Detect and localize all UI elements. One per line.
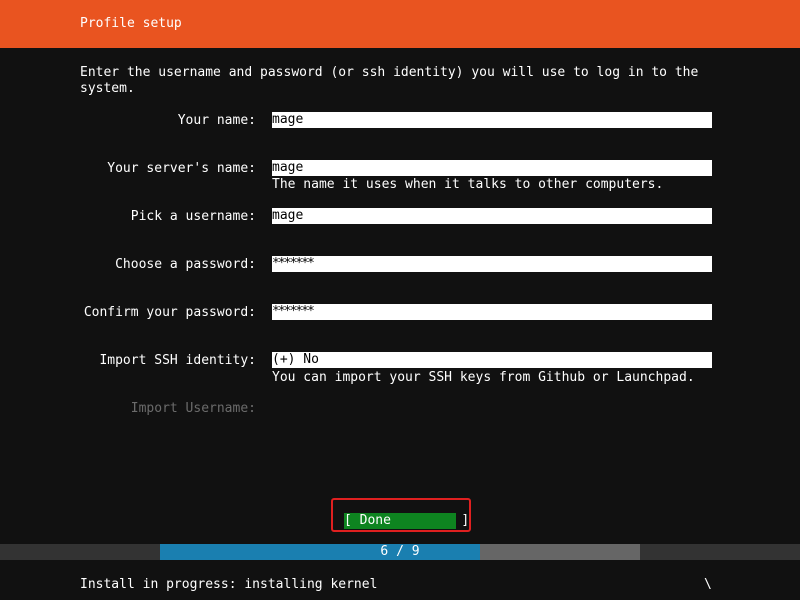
import-ssh-select[interactable]: (+) No <box>272 352 712 368</box>
done-button[interactable]: [ Done ] <box>344 513 469 529</box>
import-ssh-hint: You can import your SSH keys from Github… <box>272 370 695 385</box>
username-input[interactable]: mage <box>272 208 712 224</box>
your-name-input[interactable]: mage <box>272 112 712 128</box>
confirm-password-input[interactable]: ******* <box>272 304 712 320</box>
server-name-label: Your server's name: <box>107 161 256 176</box>
username-label: Pick a username: <box>130 209 256 224</box>
server-name-input[interactable]: mage <box>272 160 712 176</box>
progress-text: 6 / 9 <box>380 544 420 559</box>
import-ssh-label: Import SSH identity: <box>99 353 256 368</box>
header-bar: Profile setup <box>0 0 800 48</box>
password-input[interactable]: ******* <box>272 256 712 272</box>
status-text: Install in progress: installing kernel <box>80 577 378 592</box>
intro-text: Enter the username and password (or ssh … <box>80 65 699 96</box>
server-name-hint: The name it uses when it talks to other … <box>272 177 664 192</box>
page-title: Profile setup <box>80 16 182 31</box>
your-name-label: Your name: <box>177 113 256 128</box>
spinner-icon: \ <box>704 577 712 592</box>
password-label: Choose a password: <box>115 257 256 272</box>
confirm-password-label: Confirm your password: <box>83 305 256 320</box>
import-username-label: Import Username: <box>130 401 256 416</box>
